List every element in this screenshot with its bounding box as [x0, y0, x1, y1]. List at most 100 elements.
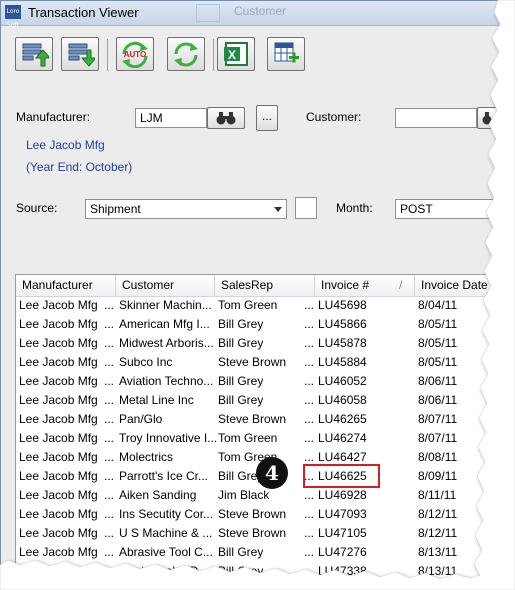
table-row[interactable]: Lee Jacob Mfg Ins Secutity Cor... Steve Br… [16, 505, 499, 524]
truncation-marker: ... [104, 526, 115, 540]
truncation-marker: ... [104, 488, 115, 502]
source-label: Source: [16, 201, 58, 215]
cell-date: 8/07/11 [418, 431, 458, 445]
month-selected-value: POST [400, 202, 433, 216]
cell-salesrep: Bill Grey [218, 545, 264, 559]
export-excel-button[interactable]: X [217, 37, 255, 71]
customer-search-button[interactable] [477, 107, 499, 129]
truncation-marker: ... [104, 393, 115, 407]
toolbar-separator [107, 39, 108, 71]
table-row[interactable]: Lee Jacob Mfg American Mfg I... Bill Grey L… [16, 315, 499, 334]
cell-customer: Hunt Steel & D... [119, 564, 209, 578]
cell-customer: Midwest Arboris... [119, 336, 214, 350]
title-bar: Loro Soft Transaction Viewer Customer [1, 1, 499, 29]
add-column-button[interactable] [267, 37, 305, 71]
table-row[interactable]: Lee Jacob Mfg Metal Line Inc Bill Grey LU46… [16, 391, 499, 410]
truncation-marker: ... [304, 431, 315, 445]
table-row[interactable]: Lee Jacob Mfg Skinner Machin... Tom Green L… [16, 296, 499, 315]
manufacturer-search-button[interactable] [207, 107, 245, 129]
month-select[interactable]: POST [395, 199, 499, 219]
manufacturer-browse-button[interactable]: ... [256, 105, 278, 131]
background-window-control [196, 4, 220, 22]
cell-manufacturer: Lee Jacob Mfg [19, 564, 98, 578]
move-down-button[interactable] [61, 37, 99, 71]
cell-date: 8/09/11 [418, 469, 458, 483]
truncation-marker: ... [104, 545, 115, 559]
cell-invoice: LU47276 [318, 545, 367, 559]
cell-customer: Parrott's Ice Cr... [119, 469, 208, 483]
transactions-table: Manufacturer Customer SalesRep Invoice #… [15, 274, 499, 579]
cell-invoice: LU47093 [318, 507, 367, 521]
column-header-invoice[interactable]: Invoice # / [315, 275, 415, 296]
truncation-marker: ... [304, 298, 315, 312]
column-header-invoice-date[interactable]: Invoice Date [415, 275, 499, 296]
cell-salesrep: Steve Brown [218, 526, 287, 540]
cell-date: 8/12/11 [418, 507, 458, 521]
auto-refresh-button[interactable]: AUTO [116, 37, 154, 71]
step-number-badge: 4 [256, 457, 288, 489]
table-row[interactable]: Lee Jacob Mfg Hunt Steel & D... Bill Grey L… [16, 562, 499, 579]
cell-date: 8/05/11 [418, 317, 458, 331]
column-header-manufacturer[interactable]: Manufacturer [16, 275, 116, 296]
truncation-marker: ... [104, 374, 115, 388]
cell-salesrep: Bill Grey [218, 393, 264, 407]
cell-invoice: LU47105 [318, 526, 367, 540]
cell-salesrep: Steve Brown [218, 507, 287, 521]
cell-customer: Aiken Sanding [119, 488, 197, 502]
cell-date: 8/12/11 [418, 526, 458, 540]
truncation-marker: ... [104, 355, 115, 369]
cell-invoice: LU45884 [318, 355, 367, 369]
table-row[interactable]: Lee Jacob Mfg Pan/Glo Steve Brown LU46265 8/… [16, 410, 499, 429]
refresh-button[interactable] [167, 37, 205, 71]
table-row[interactable]: Lee Jacob Mfg Aviation Techno... Bill Grey… [16, 372, 499, 391]
cell-manufacturer: Lee Jacob Mfg [19, 545, 98, 559]
column-header-salesrep[interactable]: SalesRep [215, 275, 315, 296]
table-row[interactable]: Lee Jacob Mfg Aiken Sanding Jim Black LU469… [16, 486, 499, 505]
cell-customer: Subco Inc [119, 355, 173, 369]
cell-salesrep: Jim Black [218, 488, 270, 502]
table-row[interactable]: Lee Jacob Mfg Subco Inc Steve Brown LU45884… [16, 353, 499, 372]
cell-date: 8/08/11 [418, 450, 458, 464]
truncation-marker: ... [104, 298, 115, 312]
customer-input[interactable] [395, 108, 477, 128]
source-option-checkbox[interactable] [295, 197, 317, 219]
truncation-marker: ... [304, 545, 315, 559]
cell-salesrep: Steve Brown [218, 355, 287, 369]
truncation-marker: ... [304, 317, 315, 331]
truncation-marker: ... [304, 526, 315, 540]
table-row[interactable]: Lee Jacob Mfg Troy Innovative I... Tom Gre… [16, 429, 499, 448]
source-selected-value: Shipment [90, 202, 141, 216]
transaction-viewer-window: Loro Soft Transaction Viewer Customer AU… [0, 0, 500, 580]
column-header-customer[interactable]: Customer [116, 275, 215, 296]
cell-invoice: LU45866 [318, 317, 367, 331]
table-row[interactable]: Lee Jacob Mfg U S Machine & ... Steve Brow… [16, 524, 499, 543]
truncation-marker: ... [104, 507, 115, 521]
cell-manufacturer: Lee Jacob Mfg [19, 336, 98, 350]
cell-customer: Abrasive Tool C... [119, 545, 213, 559]
chevron-down-icon [274, 207, 282, 212]
truncation-marker: ... [304, 564, 315, 578]
cell-manufacturer: Lee Jacob Mfg [19, 431, 98, 445]
table-row[interactable]: Lee Jacob Mfg Midwest Arboris... Bill Grey… [16, 334, 499, 353]
table-row[interactable]: Lee Jacob Mfg Abrasive Tool C... Bill Grey… [16, 543, 499, 562]
source-select[interactable]: Shipment [85, 199, 287, 219]
manufacturer-input[interactable]: LJM [135, 108, 207, 128]
highlight-box [303, 464, 380, 488]
manufacturer-label: Manufacturer: [16, 110, 91, 124]
auto-refresh-icon: AUTO [122, 41, 148, 68]
cell-manufacturer: Lee Jacob Mfg [19, 450, 98, 464]
move-down-icon [68, 43, 95, 67]
cell-manufacturer: Lee Jacob Mfg [19, 374, 98, 388]
cell-date: 8/04/11 [418, 298, 458, 312]
cell-date: 8/11/11 [418, 488, 457, 502]
table-header: Manufacturer Customer SalesRep Invoice #… [16, 275, 499, 297]
cell-customer: Aviation Techno... [119, 374, 214, 388]
cell-invoice: LU46274 [318, 431, 367, 445]
cell-salesrep: Bill Grey [218, 564, 264, 578]
column-header-invoice-label: Invoice # [321, 278, 370, 292]
move-up-button[interactable] [15, 37, 53, 71]
truncation-marker: ... [304, 393, 315, 407]
cell-customer: U S Machine & ... [119, 526, 213, 540]
cell-manufacturer: Lee Jacob Mfg [19, 317, 98, 331]
customer-label: Customer: [306, 110, 362, 124]
